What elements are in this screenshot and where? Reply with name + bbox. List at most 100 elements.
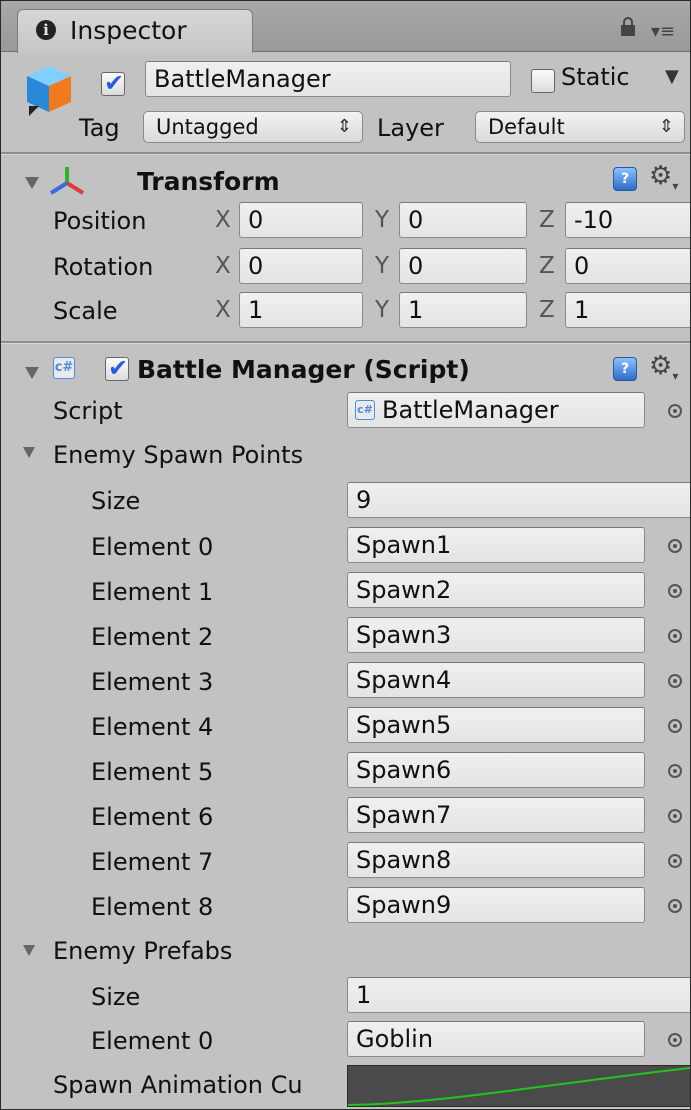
object-picker-icon[interactable] bbox=[668, 899, 682, 913]
gear-icon[interactable]: ⚙▾ bbox=[649, 161, 678, 193]
rotation-z-field[interactable]: 0 bbox=[565, 248, 690, 284]
object-picker-icon[interactable] bbox=[668, 674, 682, 688]
object-picker-icon[interactable] bbox=[668, 539, 682, 553]
script-value: BattleManager bbox=[382, 396, 559, 424]
prefabs-label[interactable]: Enemy Prefabs bbox=[53, 937, 232, 965]
axis-y-label[interactable]: Y bbox=[375, 207, 389, 233]
prefabs-size-label: Size bbox=[91, 983, 141, 1011]
object-picker-icon[interactable] bbox=[668, 584, 682, 598]
prefabs-size-field[interactable]: 1 bbox=[347, 977, 690, 1013]
script-icon: c# bbox=[53, 357, 75, 379]
axis-y-label[interactable]: Y bbox=[375, 253, 389, 279]
spawn-element-label: Element 3 bbox=[91, 668, 214, 696]
spawn-element-label: Element 1 bbox=[91, 578, 214, 606]
script-label: Script bbox=[53, 397, 123, 425]
spawn-element-label: Element 0 bbox=[91, 533, 214, 561]
active-checkbox[interactable] bbox=[101, 69, 125, 97]
rotation-y-field[interactable]: 0 bbox=[399, 248, 527, 284]
position-y-field[interactable]: 0 bbox=[399, 202, 527, 238]
position-x-field[interactable]: 0 bbox=[239, 202, 363, 238]
prefabs-foldout-icon[interactable] bbox=[23, 945, 35, 956]
scale-z-field[interactable]: 1 bbox=[565, 292, 690, 328]
axis-x-label[interactable]: X bbox=[215, 297, 231, 323]
transform-axes-icon bbox=[49, 167, 85, 195]
transform-title: Transform bbox=[137, 167, 280, 196]
tag-value: Untagged bbox=[156, 115, 259, 139]
position-z-field[interactable]: -10 bbox=[565, 202, 690, 238]
help-book-icon[interactable]: ? bbox=[613, 357, 637, 381]
axis-z-label[interactable]: Z bbox=[539, 207, 555, 233]
scale-x-field[interactable]: 1 bbox=[239, 292, 363, 328]
prefab-element-label: Element 0 bbox=[91, 1027, 214, 1055]
script-asset-icon: c# bbox=[355, 400, 375, 420]
spawn-element-field[interactable]: Spawn6 bbox=[347, 752, 645, 788]
script-field[interactable]: BattleManager bbox=[347, 392, 645, 428]
layer-label: Layer bbox=[377, 114, 444, 142]
lock-icon[interactable] bbox=[621, 17, 635, 36]
scale-label: Scale bbox=[53, 297, 118, 325]
curve-preview bbox=[347, 1067, 690, 1106]
divider bbox=[1, 341, 690, 344]
rotation-x-field[interactable]: 0 bbox=[239, 248, 363, 284]
tab-menu-icon[interactable]: ▾≡ bbox=[651, 21, 675, 42]
static-label: Static bbox=[561, 63, 630, 91]
component-enabled-checkbox[interactable] bbox=[105, 354, 129, 382]
spawn-element-field[interactable]: Spawn3 bbox=[347, 617, 645, 653]
spawn-element-label: Element 6 bbox=[91, 803, 214, 831]
tag-dropdown[interactable]: Untagged ⇕ bbox=[143, 111, 363, 143]
axis-z-label[interactable]: Z bbox=[539, 297, 555, 323]
component-foldout-icon[interactable] bbox=[25, 367, 39, 379]
spawn-element-field[interactable]: Spawn7 bbox=[347, 797, 645, 833]
spawn-element-field[interactable]: Spawn9 bbox=[347, 887, 645, 923]
spawn-element-label: Element 8 bbox=[91, 893, 214, 921]
scale-y-field[interactable]: 1 bbox=[399, 292, 527, 328]
axis-z-label[interactable]: Z bbox=[539, 253, 555, 279]
divider bbox=[1, 152, 690, 155]
help-book-icon[interactable]: ? bbox=[613, 167, 637, 191]
spawn-element-field[interactable]: Spawn2 bbox=[347, 572, 645, 608]
spawn-size-field[interactable]: 9 bbox=[347, 482, 690, 518]
layer-dropdown[interactable]: Default ⇕ bbox=[475, 111, 685, 143]
spawn-curve-label: Spawn Animation Cu bbox=[53, 1071, 303, 1099]
axis-x-label[interactable]: X bbox=[215, 253, 231, 279]
spawn-element-field[interactable]: Spawn8 bbox=[347, 842, 645, 878]
spawn-animation-curve-field[interactable] bbox=[347, 1065, 690, 1107]
gameobject-cube-icon bbox=[27, 66, 71, 116]
object-picker-icon[interactable] bbox=[668, 719, 682, 733]
spawn-points-label[interactable]: Enemy Spawn Points bbox=[53, 441, 303, 469]
position-label: Position bbox=[53, 207, 147, 235]
prefab-element-field[interactable]: Goblin bbox=[347, 1021, 645, 1057]
spawn-points-foldout-icon[interactable] bbox=[23, 447, 35, 458]
object-picker-icon[interactable] bbox=[668, 809, 682, 823]
gear-icon[interactable]: ⚙▾ bbox=[649, 351, 678, 383]
spawn-element-label: Element 5 bbox=[91, 758, 214, 786]
spawn-element-label: Element 7 bbox=[91, 848, 214, 876]
object-name-field[interactable]: BattleManager bbox=[145, 61, 511, 97]
tab-bar: i Inspector ▾≡ bbox=[1, 1, 690, 53]
axis-y-label[interactable]: Y bbox=[375, 297, 389, 323]
static-dropdown-arrow-icon[interactable]: ▼ bbox=[665, 66, 679, 87]
object-picker-icon[interactable] bbox=[668, 764, 682, 778]
transform-foldout-icon[interactable] bbox=[25, 177, 39, 189]
component-title: Battle Manager (Script) bbox=[137, 355, 470, 384]
updown-arrows-icon: ⇕ bbox=[336, 116, 352, 137]
axis-x-label[interactable]: X bbox=[215, 207, 231, 233]
static-checkbox[interactable] bbox=[531, 69, 555, 93]
updown-arrows-icon: ⇕ bbox=[658, 116, 674, 137]
spawn-element-label: Element 4 bbox=[91, 713, 214, 741]
layer-value: Default bbox=[488, 115, 565, 139]
gameobject-header: BattleManager Static ▼ Tag Untagged ⇕ La… bbox=[1, 52, 690, 152]
tag-label: Tag bbox=[79, 114, 120, 142]
object-picker-icon[interactable] bbox=[668, 629, 682, 643]
spawn-element-field[interactable]: Spawn4 bbox=[347, 662, 645, 698]
object-picker-icon[interactable] bbox=[668, 1033, 682, 1047]
rotation-label: Rotation bbox=[53, 253, 154, 281]
spawn-element-field[interactable]: Spawn1 bbox=[347, 527, 645, 563]
object-picker-icon[interactable] bbox=[668, 404, 682, 418]
inspector-window: i Inspector ▾≡ BattleManager Static ▼ Ta… bbox=[0, 0, 691, 1110]
spawn-size-label: Size bbox=[91, 487, 141, 515]
spawn-element-field[interactable]: Spawn5 bbox=[347, 707, 645, 743]
object-picker-icon[interactable] bbox=[668, 854, 682, 868]
tab-inspector[interactable]: i Inspector bbox=[17, 9, 253, 53]
tab-title: Inspector bbox=[70, 16, 187, 45]
